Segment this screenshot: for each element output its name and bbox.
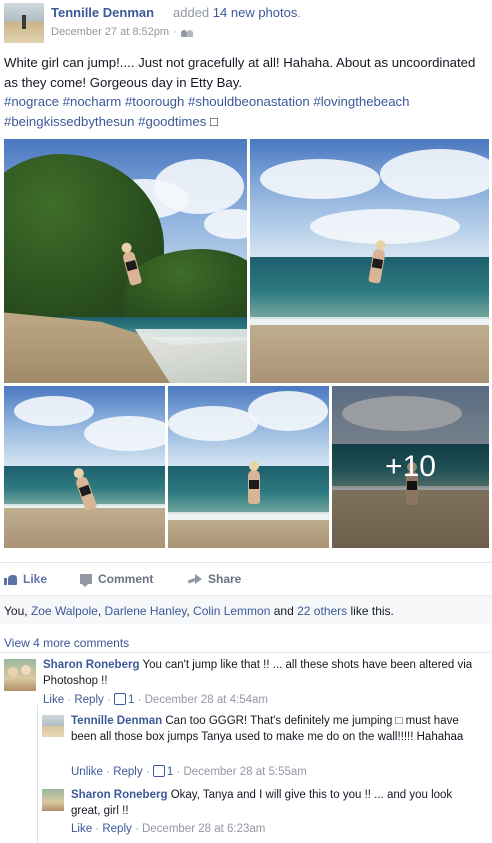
comment-label: Comment (98, 572, 154, 586)
action-prefix: added (173, 5, 210, 20)
view-more-comments-link[interactable]: View 4 more comments (4, 636, 129, 650)
comment-body: Sharon Roneberg Okay, Tanya and I will g… (71, 788, 471, 819)
commenter-name[interactable]: Tennille Denman (71, 715, 162, 727)
comment-meta: Like · Reply · 1 · December 28 at 4:54am (43, 693, 268, 706)
comment-bubble-icon (80, 574, 92, 587)
post-actions: Like Comment Share (0, 562, 492, 593)
photo-4[interactable] (168, 386, 329, 548)
post-text: White girl can jump!.... Just not gracef… (4, 53, 488, 131)
divider (0, 652, 492, 653)
photo-3[interactable] (4, 386, 165, 548)
comment-meta: Unlike · Reply · 1 · December 28 at 5:55… (71, 765, 307, 778)
comment-reply-link[interactable]: Reply (102, 823, 131, 835)
comment-body: Sharon Roneberg You can't jump like that… (43, 658, 483, 689)
commenter-avatar[interactable] (4, 659, 36, 691)
photo-2[interactable] (250, 139, 489, 383)
photo-count-link[interactable]: 14 new photos (213, 5, 298, 20)
photo-5-more[interactable]: +10 (332, 386, 489, 548)
post-header: Tennille Denman added 14 new photos. Dec… (4, 3, 484, 43)
more-photos-overlay[interactable]: +10 (332, 386, 489, 548)
liker-name[interactable]: Darlene Hanley (105, 604, 187, 618)
like-count-icon (113, 693, 126, 705)
like-label: Like (23, 572, 48, 586)
more-photos-count: +10 (385, 450, 436, 483)
likes-text: You, Zoe Walpole, Darlene Hanley, Colin … (4, 604, 394, 618)
friends-icon[interactable] (180, 28, 193, 37)
author-name[interactable]: Tennille Denman (51, 5, 154, 20)
like-button[interactable]: Like (4, 572, 47, 586)
likes-and: and (273, 604, 294, 618)
share-arrow-icon (188, 574, 202, 584)
likes-others-link[interactable]: 22 others (297, 604, 347, 618)
likes-prefix: You, (4, 604, 28, 618)
comment-reply-link[interactable]: Reply (74, 694, 103, 706)
comment-unlike-link[interactable]: Unlike (71, 766, 103, 778)
commenter-avatar[interactable] (42, 715, 64, 737)
comment-time[interactable]: December 28 at 6:23am (142, 823, 265, 835)
commenter-name[interactable]: Sharon Roneberg (71, 789, 167, 801)
comment-button[interactable]: Comment (80, 572, 154, 587)
comment-body: Tennille Denman Can too GGGR! That's def… (71, 714, 483, 745)
comment-like-count[interactable]: 1 (113, 693, 134, 706)
author-avatar[interactable] (4, 3, 44, 43)
comment-like-link[interactable]: Like (71, 823, 92, 835)
post-meta: December 27 at 8:52pm · (51, 26, 193, 38)
thumbs-up-icon (4, 573, 17, 585)
post-timestamp[interactable]: December 27 at 8:52pm (51, 26, 169, 38)
like-count-icon (152, 765, 165, 777)
commenter-avatar[interactable] (42, 789, 64, 811)
post-body: White girl can jump!.... Just not gracef… (4, 55, 476, 90)
post-action: added 14 new photos. (173, 5, 301, 20)
likes-summary: You, Zoe Walpole, Darlene Hanley, Colin … (0, 595, 492, 624)
emoji-box: □ (210, 113, 218, 129)
comment-like-count[interactable]: 1 (152, 765, 173, 778)
liker-name[interactable]: Zoe Walpole (31, 604, 98, 618)
comment-like-link[interactable]: Like (43, 694, 64, 706)
comment-meta: Like · Reply · December 28 at 6:23am (71, 823, 266, 835)
share-button[interactable]: Share (188, 572, 241, 586)
comment-time[interactable]: December 28 at 4:54am (145, 694, 268, 706)
liker-name[interactable]: Colin Lemmon (193, 604, 270, 618)
commenter-name[interactable]: Sharon Roneberg (43, 659, 139, 671)
comment-reply-link[interactable]: Reply (113, 766, 142, 778)
comment-time[interactable]: December 28 at 5:55am (183, 766, 306, 778)
likes-suffix: like this. (350, 604, 394, 618)
share-label: Share (208, 572, 242, 586)
action-suffix: . (297, 5, 301, 20)
photo-1[interactable] (4, 139, 247, 383)
reply-thread-line (37, 705, 38, 842)
post-hashtags[interactable]: #nograce #nocharm #toorough #shouldbeona… (4, 94, 409, 129)
